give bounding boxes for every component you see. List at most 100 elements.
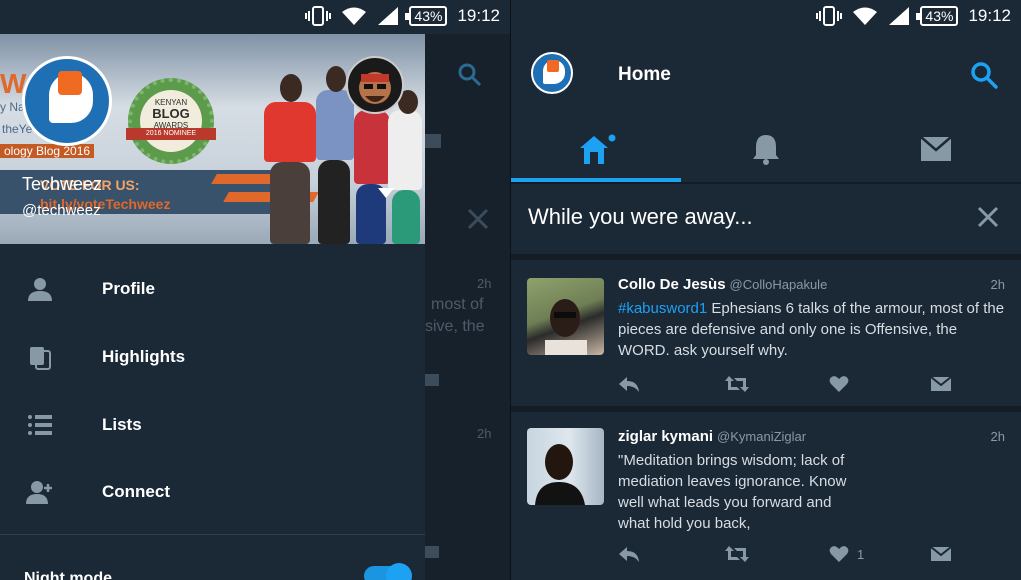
status-bar: 43% 19:12 xyxy=(511,0,1021,34)
night-mode-label: Night mode xyxy=(24,570,112,580)
tweet-avatar[interactable] xyxy=(527,428,604,505)
close-icon[interactable] xyxy=(977,206,999,228)
like-button[interactable]: 1 xyxy=(829,542,864,566)
tweet-time: 2h xyxy=(990,277,1005,292)
mail-icon xyxy=(425,134,441,148)
like-count: 1 xyxy=(857,546,865,562)
logo-square xyxy=(547,60,559,72)
reply-icon xyxy=(619,547,639,562)
menu-label: Connect xyxy=(102,482,170,501)
menu-item-connect[interactable]: Connect xyxy=(0,459,425,525)
app-logo[interactable] xyxy=(531,52,573,94)
tab-home[interactable] xyxy=(511,116,681,182)
tweet-author: ziglar kymani @KymaniZiglar xyxy=(618,428,806,445)
profile-avatar[interactable] xyxy=(22,56,112,146)
tweet-avatar[interactable] xyxy=(527,278,604,355)
clock: 19:12 xyxy=(968,6,1011,25)
retweet-icon xyxy=(725,546,749,562)
drawer-display-name: Techweez xyxy=(22,174,103,194)
lists-icon xyxy=(28,415,52,435)
navigation-drawer: W y Na theYe ology Blog 2016 VOTE FOR US… xyxy=(0,34,425,580)
night-mode-toggle[interactable] xyxy=(364,563,412,580)
signal-icon xyxy=(378,7,399,25)
account-dropdown-icon[interactable] xyxy=(378,188,394,198)
banner-person xyxy=(318,160,350,244)
tweet-author: Collo De Jesùs @ColloHapakule xyxy=(618,276,827,293)
menu-label: Highlights xyxy=(102,347,186,366)
award-badge: KENYAN BLOG AWARDS 2016 NOMINEE xyxy=(126,78,216,164)
vibrate-icon xyxy=(305,6,332,26)
banner-person-head xyxy=(326,66,346,92)
add-person-icon xyxy=(26,481,52,504)
avatar-photo-icon xyxy=(535,444,585,505)
vibrate-icon xyxy=(816,6,843,26)
dimmed-time: 2h xyxy=(477,426,492,441)
banner-text: y Na xyxy=(0,100,25,114)
mail-icon xyxy=(930,376,952,391)
drawer-handle: @techweez xyxy=(22,202,101,219)
home-icon xyxy=(580,134,616,164)
menu-item-lists[interactable]: Lists xyxy=(0,392,425,458)
bell-icon xyxy=(753,135,779,165)
tweet-text: "Meditation brings wisdom; lack of media… xyxy=(618,450,848,534)
dimmed-timeline: 2h most of sive, the 2h xyxy=(425,34,510,580)
mail-icon xyxy=(425,374,439,386)
logo-square xyxy=(58,71,82,95)
away-banner: While you were away... xyxy=(511,184,1021,254)
tweet-handle: @KymaniZiglar xyxy=(717,429,807,444)
direct-message-button[interactable] xyxy=(930,542,952,566)
dimmed-time: 2h xyxy=(477,276,492,291)
heart-icon xyxy=(829,376,849,392)
like-button[interactable] xyxy=(829,372,857,396)
banner-person xyxy=(270,162,310,244)
tweet-actions: 1 xyxy=(618,542,1008,566)
reply-button[interactable] xyxy=(618,372,640,396)
tweet-time: 2h xyxy=(990,429,1005,444)
direct-message-button[interactable] xyxy=(930,372,952,396)
search-icon[interactable] xyxy=(969,60,999,90)
tweet-actions xyxy=(618,372,1008,396)
banner-text: ology Blog 2016 xyxy=(0,144,95,158)
banner-person xyxy=(264,102,316,162)
clock: 19:12 xyxy=(457,6,500,25)
badge-ribbon: 2016 NOMINEE xyxy=(126,128,216,140)
tweet-body: "Meditation brings wisdom; lack of media… xyxy=(618,452,847,532)
tab-messages[interactable] xyxy=(851,116,1021,182)
right-screen: 43% 19:12 Home While you were away... Co… xyxy=(511,0,1021,580)
menu-item-highlights[interactable]: Highlights xyxy=(0,324,425,390)
tweet-text: #kabusword1 Ephesians 6 talks of the arm… xyxy=(618,298,1008,361)
retweet-button[interactable] xyxy=(724,542,750,566)
retweet-icon xyxy=(725,376,749,392)
tweet[interactable]: Collo De Jesùs @ColloHapakule 2h #kabuswo… xyxy=(511,260,1021,406)
tweet-handle: @ColloHapakule xyxy=(729,277,828,292)
app-bar: Home xyxy=(511,34,1021,116)
tweet[interactable]: ziglar kymani @KymaniZiglar 2h "Meditatio… xyxy=(511,412,1021,580)
status-bar: 43% 19:12 xyxy=(0,0,510,34)
tab-notifications[interactable] xyxy=(681,116,851,182)
search-icon xyxy=(458,63,482,87)
banner-person xyxy=(392,190,420,244)
highlights-icon xyxy=(30,347,51,370)
heart-icon xyxy=(829,546,849,562)
person-icon xyxy=(28,278,52,301)
tweet-author-name: ziglar kymani xyxy=(618,428,714,445)
left-screen: 43% 19:12 2h most of sive, the 2h W y Na… xyxy=(0,0,510,580)
profile-banner: W y Na theYe ology Blog 2016 VOTE FOR US… xyxy=(0,34,425,244)
page-title: Home xyxy=(618,64,671,85)
menu-label: Lists xyxy=(102,415,142,434)
tweet-hashtag[interactable]: #kabusword1 xyxy=(618,300,707,317)
tab-bar xyxy=(511,116,1021,184)
signal-icon xyxy=(889,7,910,25)
wifi-icon xyxy=(342,7,367,25)
tweet-author-name: Collo De Jesùs xyxy=(618,276,726,293)
wifi-icon xyxy=(853,7,878,25)
reply-button[interactable] xyxy=(618,542,640,566)
close-icon xyxy=(467,208,489,230)
banner-person xyxy=(388,110,422,190)
menu-item-profile[interactable]: Profile xyxy=(0,256,425,322)
banner-person xyxy=(354,110,390,184)
bitmoji-avatar xyxy=(346,56,404,114)
retweet-button[interactable] xyxy=(724,372,750,396)
away-banner-text: While you were away... xyxy=(528,204,753,229)
battery-indicator: 43% xyxy=(916,6,959,26)
